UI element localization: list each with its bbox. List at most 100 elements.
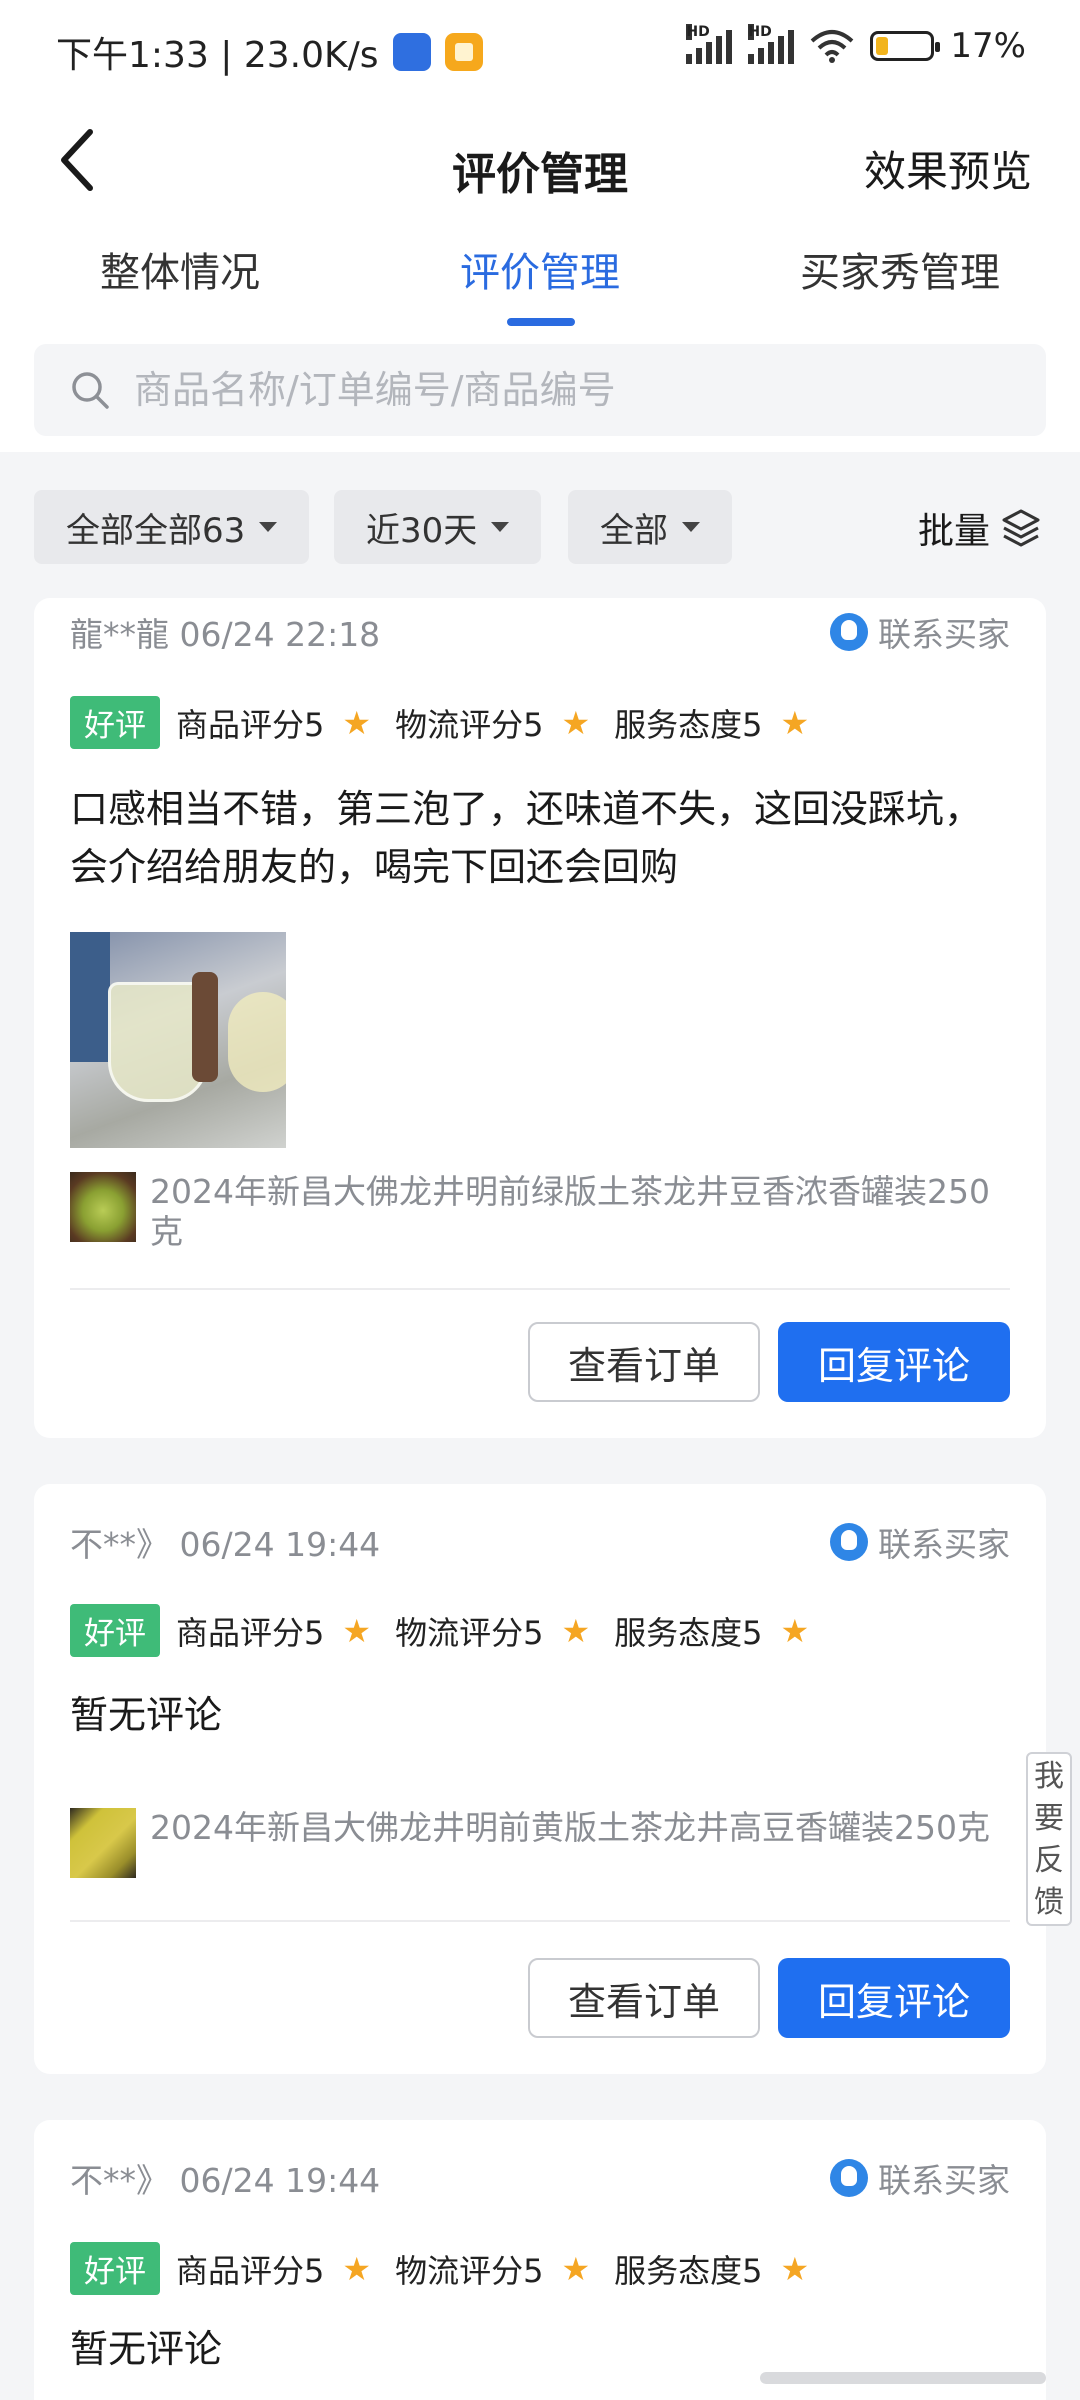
filter-type-label: 全部 [600,510,668,551]
product-thumbnail [70,1172,136,1242]
logistics-rating: 物流评分5 ★ [395,1608,590,1654]
product-rating-label: 商品评分5 [176,2251,325,2290]
good-review-badge: 好评 [70,2242,160,2295]
view-order-button[interactable]: 查看订单 [528,1322,760,1402]
review-text: 暂无评论 [70,2327,223,2371]
search-bar[interactable] [34,344,1046,436]
filter-type[interactable]: 全部 [568,490,732,564]
filter-row: 全部全部63 近30天 全部 批量 [0,490,1080,564]
logistics-rating: 物流评分5 ★ [395,700,590,746]
star-icon: ★ [561,1611,591,1650]
battery-percent: 17% [950,26,1026,66]
filter-all-count-label: 全部全部63 [66,510,246,551]
signal-icon-2: HD [748,24,795,64]
filter-date-range[interactable]: 近30天 [334,490,542,564]
rating-row: 好评 商品评分5 ★ 物流评分5 ★ 服务态度5 ★ [70,696,833,749]
app-notification-icon [392,33,431,71]
wifi-icon [811,30,854,63]
tab-review-management[interactable]: 评价管理 [460,240,620,298]
product-rating-label: 商品评分5 [176,1613,325,1652]
batch-label: 批量 [917,511,990,552]
battery-icon [870,31,941,61]
star-icon: ★ [561,703,591,742]
preview-button[interactable]: 效果预览 [864,138,1032,199]
star-icon: ★ [561,2249,591,2288]
status-left: 下午1:33 | 23.0K/s [56,26,483,78]
service-rating: 服务态度5 ★ [614,700,809,746]
status-right: HD HD 17% [686,24,1026,66]
review-photo[interactable] [70,932,286,1148]
filter-all-count[interactable]: 全部全部63 [34,490,310,564]
star-icon: ★ [780,1611,810,1650]
service-rating-label: 服务态度5 [614,1613,763,1652]
hd-label: HD [686,24,710,40]
layers-icon [1002,509,1040,547]
hd-label-2: HD [748,24,772,40]
active-tab-indicator [507,318,575,326]
product-rating: 商品评分5 ★ [176,700,371,746]
logistics-rating-label: 物流评分5 [395,705,544,744]
search-icon [72,372,109,409]
good-review-badge: 好评 [70,696,160,749]
star-icon: ★ [342,703,372,742]
contact-buyer-button[interactable]: 联系买家 [830,2154,1010,2202]
contact-buyer-label: 联系买家 [878,2161,1010,2200]
good-review-badge: 好评 [70,1604,160,1657]
product-thumbnail [70,1808,136,1878]
signal-icon: HD [686,24,733,64]
product-rating: 商品评分5 ★ [176,2246,371,2292]
title-bar: 评价管理 效果预览 [0,100,1080,220]
logistics-rating-label: 物流评分5 [395,1613,544,1652]
star-icon: ★ [780,2249,810,2288]
contact-buyer-button[interactable]: 联系买家 [830,1518,1010,1566]
review-card: 不**》 06/24 19:44 联系买家 好评 商品评分5 ★ 物流评分5 ★ 服… [34,2120,1046,2400]
review-user-time: 龍**龍 06/24 22:18 [70,615,381,654]
service-rating: 服务态度5 ★ [614,2246,809,2292]
reply-review-button[interactable]: 回复评论 [778,1322,1010,1402]
review-text: 暂无评论 [70,1693,223,1737]
rating-row: 好评 商品评分5 ★ 物流评分5 ★ 服务态度5 ★ [70,2242,833,2295]
rating-row: 好评 商品评分5 ★ 物流评分5 ★ 服务态度5 ★ [70,1604,833,1657]
note-app-icon [444,33,483,71]
contact-buyer-label: 联系买家 [878,615,1010,654]
product-name: 2024年新昌大佛龙井明前绿版土茶龙井豆香浓香罐装250克 [150,1172,990,1251]
batch-button[interactable]: 批量 [918,502,1042,554]
contact-buyer-button[interactable]: 联系买家 [830,608,1010,656]
search-input[interactable] [134,368,994,412]
tab-overview[interactable]: 整体情况 [100,240,260,298]
qq-penguin-icon [830,2159,868,2197]
product-link[interactable]: 2024年新昌大佛龙井明前绿版土茶龙井豆香浓香罐装250克 [70,1172,1006,1252]
product-name: 2024年新昌大佛龙井明前黄版土茶龙井高豆香罐装250克 [150,1808,990,1847]
star-icon: ★ [342,2249,372,2288]
review-text: 口感相当不错，第三泡了，还味道不失，这回没踩坑，会介绍给朋友的，喝完下回还会回购 [70,787,983,889]
star-icon: ★ [780,703,810,742]
tab-bar: 整体情况 评价管理 买家秀管理 [0,232,1080,332]
view-order-button[interactable]: 查看订单 [528,1958,760,2038]
logistics-rating-label: 物流评分5 [395,2251,544,2290]
divider [70,1920,1010,1922]
review-user-time: 不**》 06/24 19:44 [70,1525,381,1564]
contact-buyer-label: 联系买家 [878,1525,1010,1564]
caret-down-icon [491,522,510,532]
review-card: 龍**龍 06/24 22:18 联系买家 好评 商品评分5 ★ 物流评分5 ★ 服… [34,598,1046,1438]
filter-date-range-label: 近30天 [366,510,478,551]
product-link[interactable]: 2024年新昌大佛龙井明前黄版土茶龙井高豆香罐装250克 [70,1808,1006,1878]
feedback-button[interactable]: 我要反馈 [1026,1752,1072,1926]
product-rating: 商品评分5 ★ [176,1608,371,1654]
gesture-nav-handle[interactable] [760,2372,1046,2384]
review-card: 不**》 06/24 19:44 联系买家 好评 商品评分5 ★ 物流评分5 ★ 服… [34,1484,1046,2074]
caret-down-icon [682,522,700,532]
service-rating-label: 服务态度5 [614,2251,763,2290]
star-icon: ★ [342,1611,372,1650]
qq-penguin-icon [830,1523,868,1561]
status-time-speed: 下午1:33 | 23.0K/s [56,35,379,76]
service-rating: 服务态度5 ★ [614,1608,809,1654]
reply-review-button[interactable]: 回复评论 [778,1958,1010,2038]
qq-penguin-icon [830,613,868,651]
service-rating-label: 服务态度5 [614,705,763,744]
caret-down-icon [259,522,278,532]
tab-buyer-show[interactable]: 买家秀管理 [800,240,1000,298]
review-user-time: 不**》 06/24 19:44 [70,2161,381,2200]
product-rating-label: 商品评分5 [176,705,325,744]
divider [70,1288,1010,1290]
